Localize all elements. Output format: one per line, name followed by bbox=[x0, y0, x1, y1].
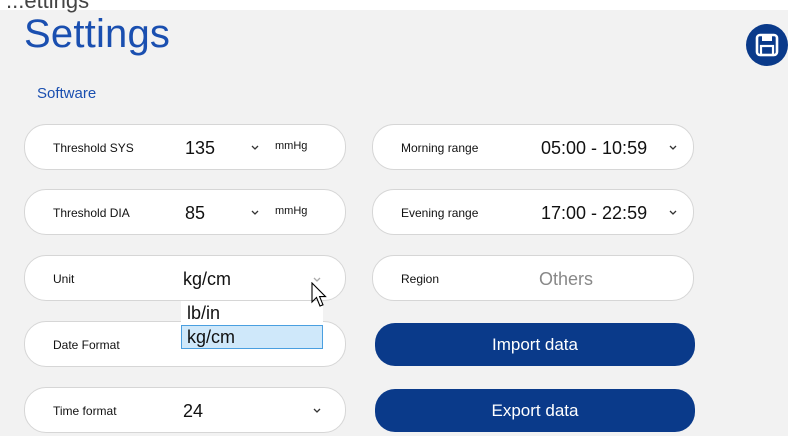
dropdown-option-lb-in[interactable]: lb/in bbox=[181, 301, 323, 325]
page-title: Settings bbox=[24, 12, 171, 56]
threshold-dia-field[interactable]: Threshold DIA 85 mmHg bbox=[24, 189, 346, 235]
export-data-button[interactable]: Export data bbox=[375, 389, 695, 432]
chevron-down-icon[interactable] bbox=[312, 405, 322, 415]
region-field[interactable]: Region Others bbox=[372, 255, 694, 301]
threshold-sys-label: Threshold SYS bbox=[53, 141, 134, 155]
unit-value: kg/cm bbox=[183, 269, 232, 289]
morning-range-label: Morning range bbox=[401, 141, 479, 155]
save-button[interactable] bbox=[746, 24, 788, 66]
region-value: Others bbox=[539, 269, 594, 289]
chevron-down-icon[interactable] bbox=[250, 142, 260, 152]
threshold-sys-value: 135 bbox=[185, 138, 216, 158]
dropdown-option-kg-cm[interactable]: kg/cm bbox=[181, 325, 323, 349]
threshold-dia-unit: mmHg bbox=[275, 205, 308, 217]
evening-range-label: Evening range bbox=[401, 206, 479, 220]
chevron-down-icon[interactable] bbox=[250, 207, 260, 217]
evening-range-field[interactable]: Evening range 17:00 - 22:59 bbox=[372, 189, 694, 235]
floppy-disk-icon bbox=[755, 33, 779, 57]
chevron-down-icon[interactable] bbox=[668, 207, 678, 217]
morning-range-value: 05:00 - 10:59 bbox=[541, 138, 648, 158]
threshold-sys-field[interactable]: Threshold SYS 135 mmHg bbox=[24, 124, 346, 170]
region-label: Region bbox=[401, 272, 440, 286]
mouse-cursor-icon bbox=[311, 282, 327, 307]
top-strip: ...ettings bbox=[0, 0, 788, 13]
time-format-label: Time format bbox=[53, 404, 117, 418]
unit-label: Unit bbox=[53, 272, 75, 286]
unit-dropdown-list: lb/in kg/cm bbox=[181, 301, 323, 352]
import-data-button[interactable]: Import data bbox=[375, 323, 695, 366]
threshold-dia-value: 85 bbox=[185, 203, 206, 223]
unit-field[interactable]: Unit kg/cm bbox=[24, 255, 346, 301]
threshold-dia-label: Threshold DIA bbox=[53, 206, 130, 220]
section-label-software: Software bbox=[37, 85, 97, 102]
chevron-down-icon[interactable] bbox=[668, 142, 678, 152]
evening-range-value: 17:00 - 22:59 bbox=[541, 203, 648, 223]
threshold-sys-unit: mmHg bbox=[275, 140, 308, 152]
time-format-field[interactable]: Time format 24 bbox=[24, 387, 346, 433]
time-format-value: 24 bbox=[183, 401, 204, 421]
date-format-label: Date Format bbox=[53, 338, 120, 352]
morning-range-field[interactable]: Morning range 05:00 - 10:59 bbox=[372, 124, 694, 170]
